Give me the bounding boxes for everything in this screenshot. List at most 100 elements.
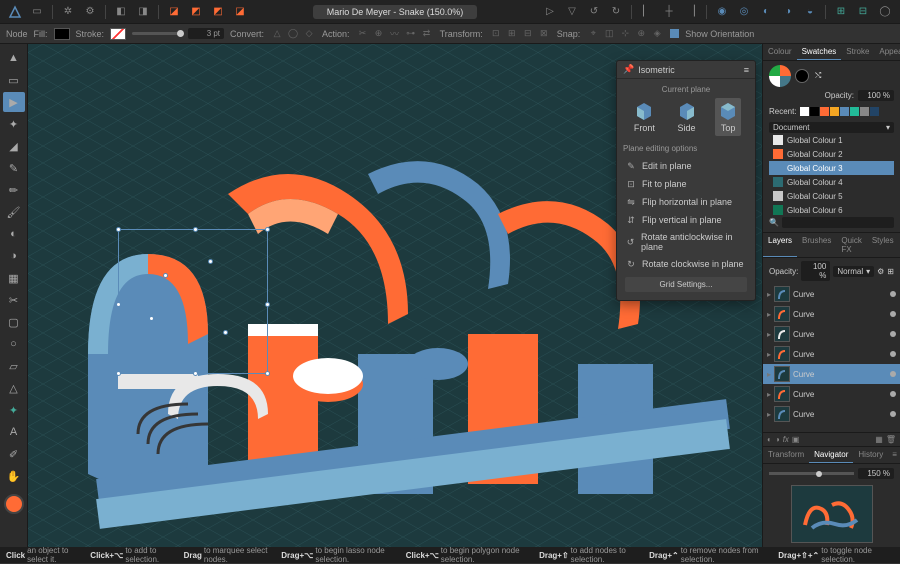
layer-row[interactable]: ▸Curve — [763, 304, 900, 324]
prefs-icon[interactable]: ⚙ — [81, 3, 99, 21]
swatch-item[interactable]: Global Colour 1 — [769, 133, 894, 147]
visibility-dot[interactable] — [890, 331, 896, 337]
delete-layer-icon[interactable]: 🗑 — [886, 435, 896, 444]
snap-5-icon[interactable]: ◈ — [650, 27, 664, 41]
node-tool[interactable]: ▶ — [3, 92, 25, 112]
layer-row[interactable]: ▸Curve — [763, 324, 900, 344]
expand-icon[interactable]: ▸ — [767, 350, 771, 359]
recent-swatch[interactable] — [820, 107, 829, 116]
blend-mode-dropdown[interactable]: Normal▾ — [833, 266, 874, 277]
layer-opacity-value[interactable]: 100 % — [801, 261, 830, 281]
layer-row[interactable]: ▸Curve — [763, 404, 900, 424]
action-join-icon[interactable]: ⊶ — [404, 27, 418, 41]
pen-tool[interactable]: ✎ — [3, 158, 25, 178]
artboard-tool[interactable]: ▭ — [3, 70, 25, 90]
document-title[interactable]: Mario De Meyer - Snake (150.0%) — [313, 5, 478, 19]
bool-div-icon[interactable]: ◒ — [801, 3, 819, 21]
recent-swatch[interactable] — [860, 107, 869, 116]
fx-mask-icon[interactable]: ◐ — [767, 435, 772, 444]
action-break-icon[interactable]: ✂ — [356, 27, 370, 41]
visibility-dot[interactable] — [890, 311, 896, 317]
swatch-library-dropdown[interactable]: Document▾ — [769, 122, 894, 133]
edit-in-plane[interactable]: ✎Edit in plane — [623, 157, 749, 175]
plane-front[interactable]: Front — [631, 98, 658, 136]
tab-colour[interactable]: Colour — [763, 44, 797, 60]
rotate-cw-in-plane[interactable]: ↻Rotate clockwise in plane — [623, 255, 749, 273]
swatch-item[interactable]: Global Colour 3 — [769, 161, 894, 175]
transparency-tool[interactable]: ◑ — [3, 246, 25, 266]
recent-swatch[interactable] — [870, 107, 879, 116]
action-smooth-icon[interactable]: 〰 — [388, 27, 402, 41]
flip-h-in-plane[interactable]: ⇋Flip horizontal in plane — [623, 193, 749, 211]
triangle-tool[interactable]: △ — [3, 378, 25, 398]
recent-swatch[interactable] — [830, 107, 839, 116]
tab-navigator[interactable]: Navigator — [809, 447, 853, 463]
swatch-item[interactable]: Global Colour 5 — [769, 189, 894, 203]
expand-icon[interactable]: ▸ — [767, 370, 771, 379]
plane-top[interactable]: Top — [715, 98, 741, 136]
align-r-icon[interactable]: ▕ — [682, 3, 700, 21]
text-tool[interactable]: A — [3, 422, 25, 442]
order-frontone-icon[interactable]: ◩ — [209, 3, 227, 21]
fit-to-plane[interactable]: ⊡Fit to plane — [623, 175, 749, 193]
recent-swatch[interactable] — [850, 107, 859, 116]
flip-h-icon[interactable]: ▷ — [541, 3, 559, 21]
hand-tool[interactable]: ✋ — [3, 466, 25, 486]
recent-swatch[interactable] — [800, 107, 809, 116]
action-close-icon[interactable]: ⊕ — [372, 27, 386, 41]
order-front-icon[interactable]: ◪ — [231, 3, 249, 21]
grid-settings-button[interactable]: Grid Settings... — [625, 277, 747, 292]
convert-sharp-icon[interactable]: △ — [270, 27, 284, 41]
fill-tool[interactable]: ◐ — [3, 224, 25, 244]
shape-tool[interactable]: ▢ — [3, 312, 25, 332]
tab-brushes[interactable]: Brushes — [797, 233, 836, 257]
flip-v-icon[interactable]: ▽ — [563, 3, 581, 21]
snap-icon[interactable]: ⊞ — [832, 3, 850, 21]
tab-layers[interactable]: Layers — [763, 233, 797, 257]
layer-row[interactable]: ▸Curve — [763, 364, 900, 384]
transform-4-icon[interactable]: ⊠ — [537, 27, 551, 41]
align-l-icon[interactable]: ▏ — [638, 3, 656, 21]
show-orientation-checkbox[interactable] — [670, 29, 679, 38]
ellipse-tool[interactable]: ○ — [3, 334, 25, 354]
order-backone-icon[interactable]: ◩ — [187, 3, 205, 21]
app-logo-icon[interactable] — [6, 3, 24, 21]
rotate-ccw-icon[interactable]: ↺ — [585, 3, 603, 21]
tab-quickfx[interactable]: Quick FX — [836, 233, 866, 257]
align-c-icon[interactable]: ┼ — [660, 3, 678, 21]
add-layer-icon[interactable]: ▦ — [875, 435, 883, 444]
settings-gear-icon[interactable]: ✲ — [59, 3, 77, 21]
secondary-color[interactable] — [795, 69, 809, 83]
crop-tool[interactable]: ✂ — [3, 290, 25, 310]
stroke-width-slider[interactable] — [132, 32, 182, 35]
fx-crop-icon[interactable]: ▣ — [792, 435, 800, 444]
persona-icon[interactable]: ▭ — [28, 3, 46, 21]
zoom-value[interactable]: 150 % — [858, 468, 894, 479]
tab-appearance[interactable]: Appearance — [874, 44, 900, 60]
stroke-width-value[interactable]: 3 pt — [188, 28, 224, 39]
panel-menu-icon[interactable]: ≡ — [744, 65, 749, 75]
action-reverse-icon[interactable]: ⇄ — [420, 27, 434, 41]
rounded-rect-tool[interactable]: ▱ — [3, 356, 25, 376]
convert-smooth-icon[interactable]: ◯ — [286, 27, 300, 41]
visibility-dot[interactable] — [890, 411, 896, 417]
snap-1-icon[interactable]: ⌖ — [586, 27, 600, 41]
layer-row[interactable]: ▸Curve — [763, 344, 900, 364]
place-tool[interactable]: ▦ — [3, 268, 25, 288]
layer-lock-icon[interactable]: ⊞ — [887, 267, 894, 276]
expand-icon[interactable]: ▸ — [767, 290, 771, 299]
expand-icon[interactable]: ▸ — [767, 390, 771, 399]
recent-swatch[interactable] — [810, 107, 819, 116]
tab-styles[interactable]: Styles — [867, 233, 899, 257]
swatch-item[interactable]: Global Colour 4 — [769, 175, 894, 189]
arrange2-icon[interactable]: ◨ — [134, 3, 152, 21]
visibility-dot[interactable] — [890, 371, 896, 377]
tabs3-menu-icon[interactable]: ≡ — [888, 447, 900, 463]
tab-history[interactable]: History — [853, 447, 888, 463]
transform-1-icon[interactable]: ⊡ — [489, 27, 503, 41]
visibility-dot[interactable] — [890, 351, 896, 357]
snap2-icon[interactable]: ⊟ — [854, 3, 872, 21]
swatch-search-input[interactable] — [782, 217, 894, 228]
visibility-dot[interactable] — [890, 291, 896, 297]
zoom-slider[interactable] — [769, 472, 854, 475]
